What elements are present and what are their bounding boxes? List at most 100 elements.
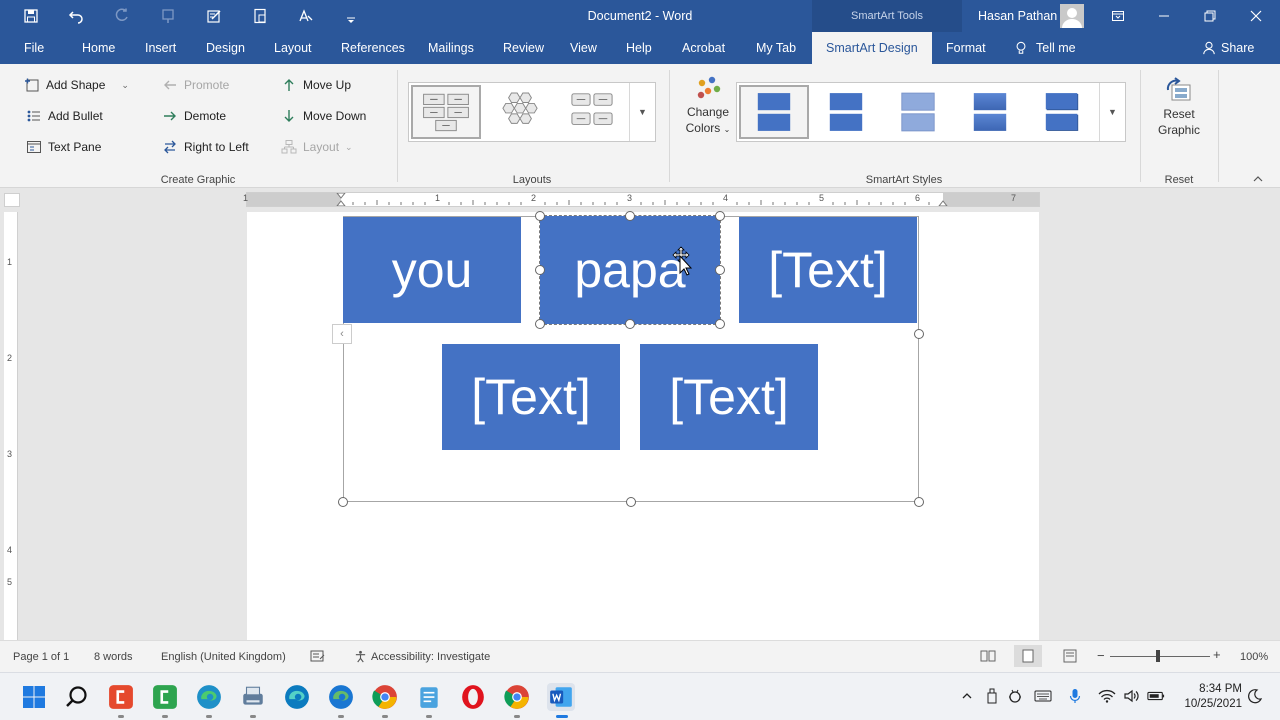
edge-icon[interactable] (195, 683, 223, 711)
usb-icon[interactable] (983, 687, 1001, 705)
tab-selector[interactable] (4, 193, 20, 207)
smartart-shape[interactable]: [Text] (442, 344, 620, 450)
format-painter-icon[interactable] (157, 6, 179, 26)
smartart-shape[interactable]: you (343, 217, 521, 323)
tab-file[interactable]: File (22, 32, 46, 64)
app-icon-green[interactable] (151, 683, 179, 711)
customize-qat-icon[interactable] (340, 6, 362, 26)
resize-handle[interactable] (715, 319, 725, 329)
edit-document-icon[interactable] (203, 6, 225, 26)
search-icon[interactable] (63, 683, 91, 711)
opera-icon[interactable] (459, 683, 487, 711)
frame-resize-handle[interactable] (914, 329, 924, 339)
tab-help[interactable]: Help (624, 32, 654, 64)
zoom-out-button[interactable]: − (1097, 648, 1105, 663)
smartart-shape[interactable]: [Text] (739, 217, 917, 323)
promote-button[interactable]: Promote (162, 77, 229, 93)
style-option-subtle-effect[interactable] (883, 85, 953, 139)
ribbon-display-options-icon[interactable] (1104, 4, 1132, 28)
resize-handle[interactable] (535, 319, 545, 329)
layout-option-basic-block[interactable] (411, 85, 481, 139)
layout-option-hexagon[interactable] (485, 85, 555, 139)
show-hidden-icons[interactable] (958, 687, 976, 705)
resize-handle[interactable] (715, 211, 725, 221)
frame-resize-handle[interactable] (914, 497, 924, 507)
minimize-icon[interactable] (1150, 4, 1178, 28)
resize-handle[interactable] (715, 265, 725, 275)
avatar[interactable] (1060, 4, 1084, 28)
horizontal-ruler[interactable]: 1 1 2 3 4 5 6 7 (243, 192, 1040, 207)
smartart-shape[interactable]: [Text] (640, 344, 818, 450)
taskbar-clock[interactable]: 8:34 PM 10/25/2021 (1176, 682, 1242, 712)
resize-handle[interactable] (625, 211, 635, 221)
style-option-white-outline[interactable] (811, 85, 881, 139)
microphone-icon[interactable] (1066, 687, 1084, 705)
add-bullet-button[interactable]: Add Bullet (26, 108, 103, 124)
word-icon[interactable] (547, 683, 575, 711)
resize-handle[interactable] (535, 211, 545, 221)
layout-option-grouped-list[interactable] (557, 85, 627, 139)
word-count[interactable]: 8 words (94, 651, 133, 663)
tab-view[interactable]: View (568, 32, 599, 64)
print-layout-icon[interactable] (1014, 645, 1042, 667)
move-down-button[interactable]: Move Down (281, 108, 366, 124)
resize-handle[interactable] (535, 265, 545, 275)
page-count[interactable]: Page 1 of 1 (13, 651, 69, 663)
web-layout-icon[interactable] (1063, 649, 1079, 666)
tab-mailings[interactable]: Mailings (426, 32, 476, 64)
user-name[interactable]: Hasan Pathan (978, 9, 1057, 23)
close-icon[interactable] (1242, 4, 1270, 28)
tab-references[interactable]: References (339, 32, 407, 64)
tab-home[interactable]: Home (80, 32, 117, 64)
demote-button[interactable]: Demote (162, 108, 226, 124)
undo-icon[interactable] (65, 6, 87, 26)
focus-assist-icon[interactable] (1246, 687, 1264, 705)
windows-start-icon[interactable] (20, 683, 48, 711)
chrome-icon[interactable] (371, 683, 399, 711)
right-to-left-button[interactable]: Right to Left (162, 139, 249, 155)
zoom-slider[interactable] (1110, 656, 1210, 657)
smartart-styles-gallery[interactable]: ▼ (736, 82, 1126, 142)
move-up-button[interactable]: Move Up (281, 77, 351, 93)
tab-acrobat[interactable]: Acrobat (680, 32, 727, 64)
tab-my-tab[interactable]: My Tab (754, 32, 798, 64)
style-option-intense-effect[interactable] (1027, 85, 1097, 139)
language-status[interactable]: English (United Kingdom) (161, 651, 286, 663)
styles-more-icon[interactable]: ▼ (1099, 83, 1125, 141)
zoom-slider-thumb[interactable] (1156, 650, 1160, 662)
volume-icon[interactable] (1123, 687, 1141, 705)
zoom-in-button[interactable]: + (1213, 647, 1221, 662)
scanner-app-icon[interactable] (239, 683, 267, 711)
text-pane-button[interactable]: Text Pane (26, 139, 101, 155)
keyboard-icon[interactable] (1034, 687, 1052, 705)
page-setup-icon[interactable] (249, 6, 271, 26)
layouts-more-icon[interactable]: ▼ (629, 83, 655, 141)
accessibility-status[interactable]: Accessibility: Investigate (354, 650, 490, 663)
collapse-ribbon-icon[interactable] (1250, 172, 1266, 186)
wifi-icon[interactable] (1098, 687, 1116, 705)
read-mode-icon[interactable] (980, 649, 996, 666)
tab-design[interactable]: Design (204, 32, 247, 64)
style-option-moderate-effect[interactable] (955, 85, 1025, 139)
text-pane-toggle[interactable]: ‹ (332, 324, 352, 344)
resize-handle[interactable] (625, 319, 635, 329)
layout-button[interactable]: Layout ⌄ (281, 139, 353, 155)
track-changes-icon[interactable] (310, 649, 326, 666)
font-format-icon[interactable] (295, 6, 317, 26)
reset-graphic-button[interactable]: Reset Graphic (1152, 76, 1206, 138)
layouts-gallery[interactable]: ▼ (408, 82, 656, 142)
save-icon[interactable] (20, 6, 42, 26)
edge-beta-icon[interactable] (327, 683, 355, 711)
vertical-ruler[interactable]: 1 2 3 4 5 (4, 212, 18, 640)
zoom-level[interactable]: 100% (1240, 651, 1268, 663)
tell-me-search[interactable]: Tell me (1014, 32, 1076, 64)
change-colors-button[interactable]: Change Colors ⌄ (684, 74, 732, 138)
redo-icon[interactable] (111, 6, 133, 26)
restore-icon[interactable] (1196, 4, 1224, 28)
add-shape-button[interactable]: Add Shape ⌄ (24, 77, 129, 93)
share-button[interactable]: Share (1202, 32, 1254, 64)
tab-layout[interactable]: Layout (272, 32, 314, 64)
notepad-icon[interactable] (415, 683, 443, 711)
chrome-profile-icon[interactable] (503, 683, 531, 711)
tab-format[interactable]: Format (944, 32, 988, 64)
